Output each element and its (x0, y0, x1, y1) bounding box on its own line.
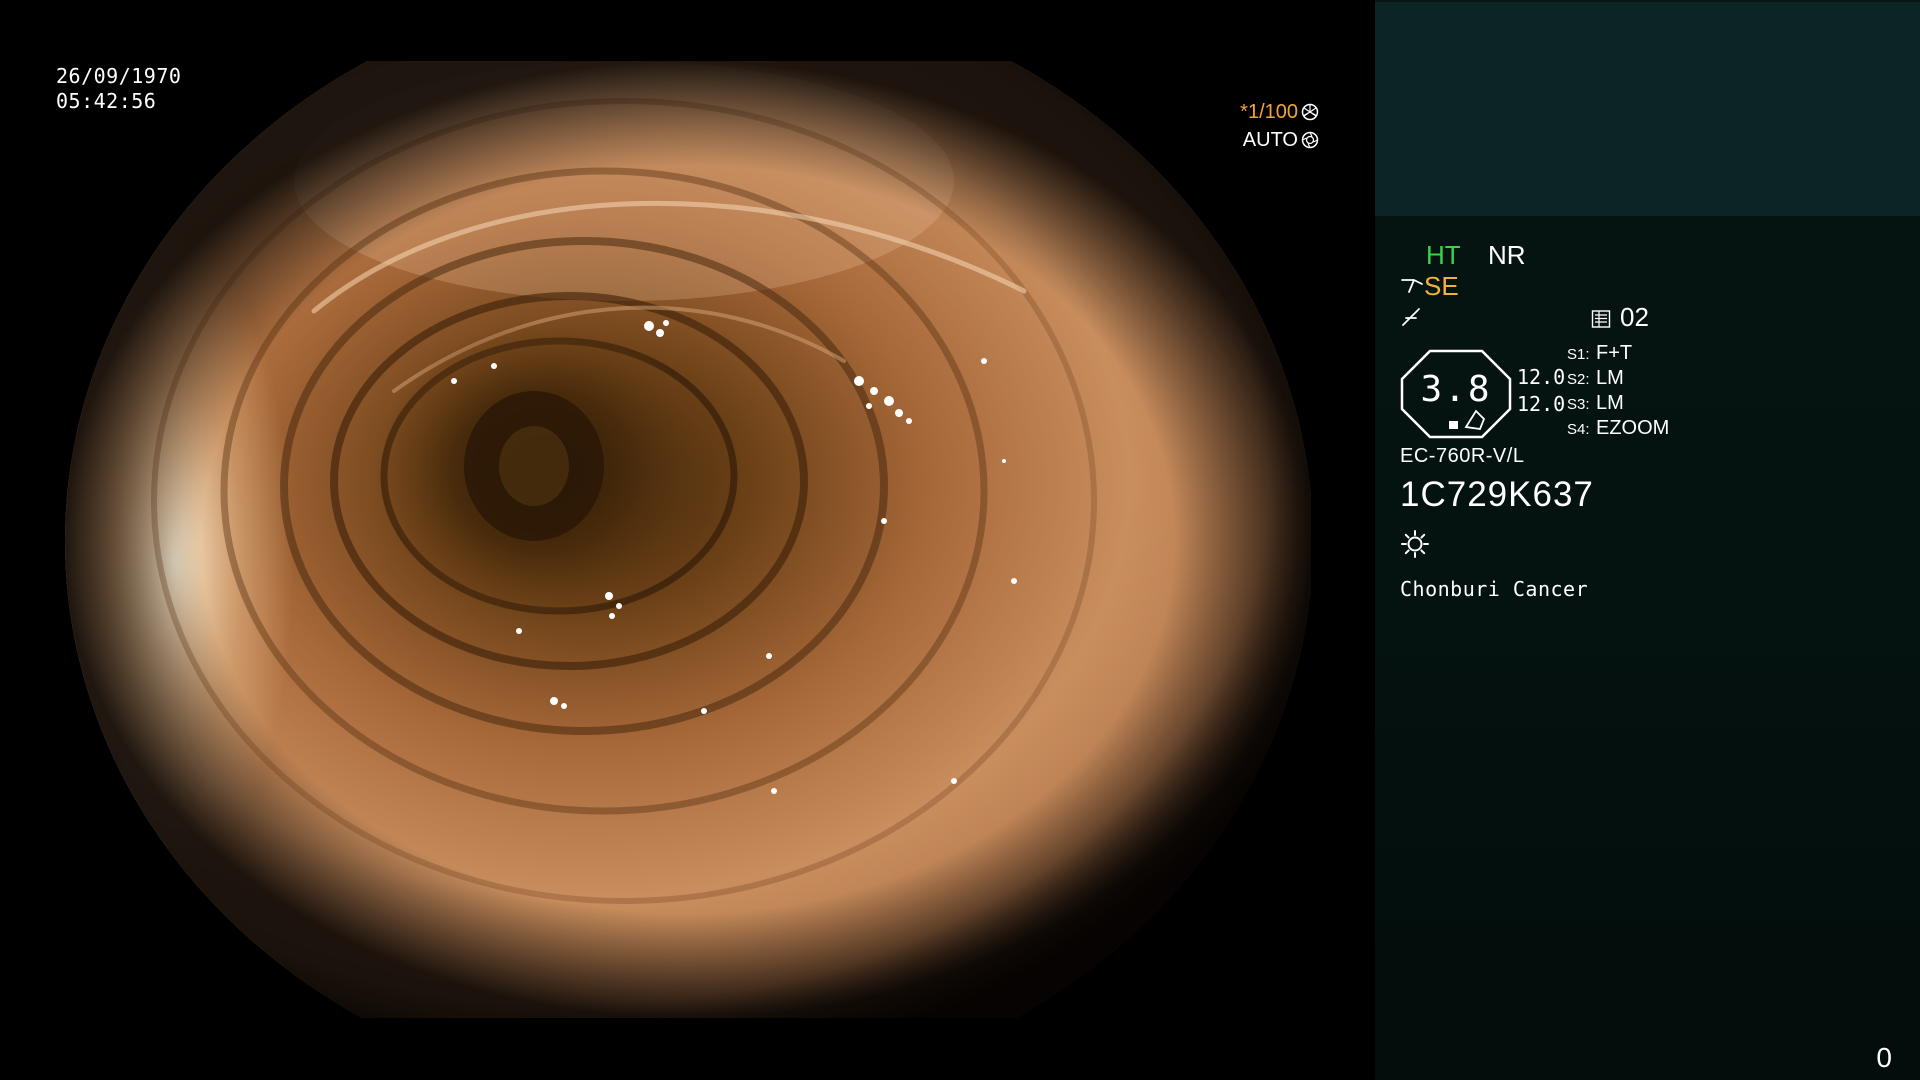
enhancement-row: HT NR (1400, 240, 1900, 271)
endoscopic-image (64, 61, 1311, 1018)
scale-top-value: 12.0 (1517, 365, 1566, 389)
zoom-value: 3.8 (1420, 369, 1492, 410)
iris-text: AUTO (1242, 129, 1298, 151)
iris-mode: AUTO (1240, 126, 1319, 154)
institution-name: Chonburi Cancer (1400, 577, 1589, 601)
se-row: SE (1400, 271, 1900, 302)
switch-list: S1: F+T S2: LM S3: LM S4: EZOOM (1567, 341, 1669, 441)
switch-key: S3: (1567, 396, 1590, 413)
switch-item: S4: EZOOM (1567, 416, 1669, 441)
switch-value: LM (1596, 367, 1624, 389)
light-icon (1401, 530, 1429, 558)
panel-header-area (1375, 2, 1920, 216)
switch-item: S1: F+T (1567, 341, 1669, 366)
switch-item: S3: LM (1567, 391, 1669, 416)
scope-serial-number: 1C729K637 (1400, 475, 1594, 514)
switch-value: LM (1596, 392, 1624, 414)
switch-key: S1: (1567, 346, 1590, 363)
colon-lumen-image (65, 61, 1311, 1018)
memory-row: 02 (1400, 302, 1900, 333)
hook-icon (1401, 279, 1423, 293)
zoom-block: 3.8 12.0 12.0 S1: F+T S2: LM S3: LM S4: EZOO… (1400, 342, 1900, 449)
se-label: SE (1424, 271, 1459, 301)
date-time-stamp: 26/09/1970 05:42:56 (56, 64, 181, 114)
frame-counter: 0 (1876, 1042, 1892, 1073)
ht-label: HT (1426, 240, 1461, 270)
time-text: 05:42:56 (56, 89, 157, 113)
shutter-icon (1301, 103, 1319, 121)
date-text: 26/09/1970 (56, 64, 182, 88)
info-panel: HT NR SE 02 3.8 12.0 12.0 S1: F+T S2: LM (1375, 0, 1920, 1080)
shutter-speed: *1/100 (1240, 98, 1319, 126)
switch-value: F+T (1596, 342, 1633, 364)
switch-item: S2: LM (1567, 366, 1669, 391)
endoscope-viewport: 26/09/1970 05:42:56 *1/100 AUTO (0, 0, 1375, 1080)
scale-bottom-value: 12.0 (1517, 392, 1566, 416)
exposure-settings: *1/100 AUTO (1240, 98, 1319, 154)
freeze-icon (1402, 308, 1420, 326)
memory-number: 02 (1620, 302, 1649, 332)
iris-icon (1301, 131, 1319, 149)
shutter-text: *1/100 (1240, 101, 1298, 123)
switch-key: S4: (1567, 421, 1590, 438)
switch-value: EZOOM (1596, 417, 1670, 439)
panel-content: HT NR SE 02 3.8 12.0 12.0 S1: F+T S2: LM (1400, 240, 1900, 601)
switch-key: S2: (1567, 371, 1590, 388)
nr-label: NR (1488, 240, 1526, 270)
memo-icon (1591, 310, 1611, 328)
